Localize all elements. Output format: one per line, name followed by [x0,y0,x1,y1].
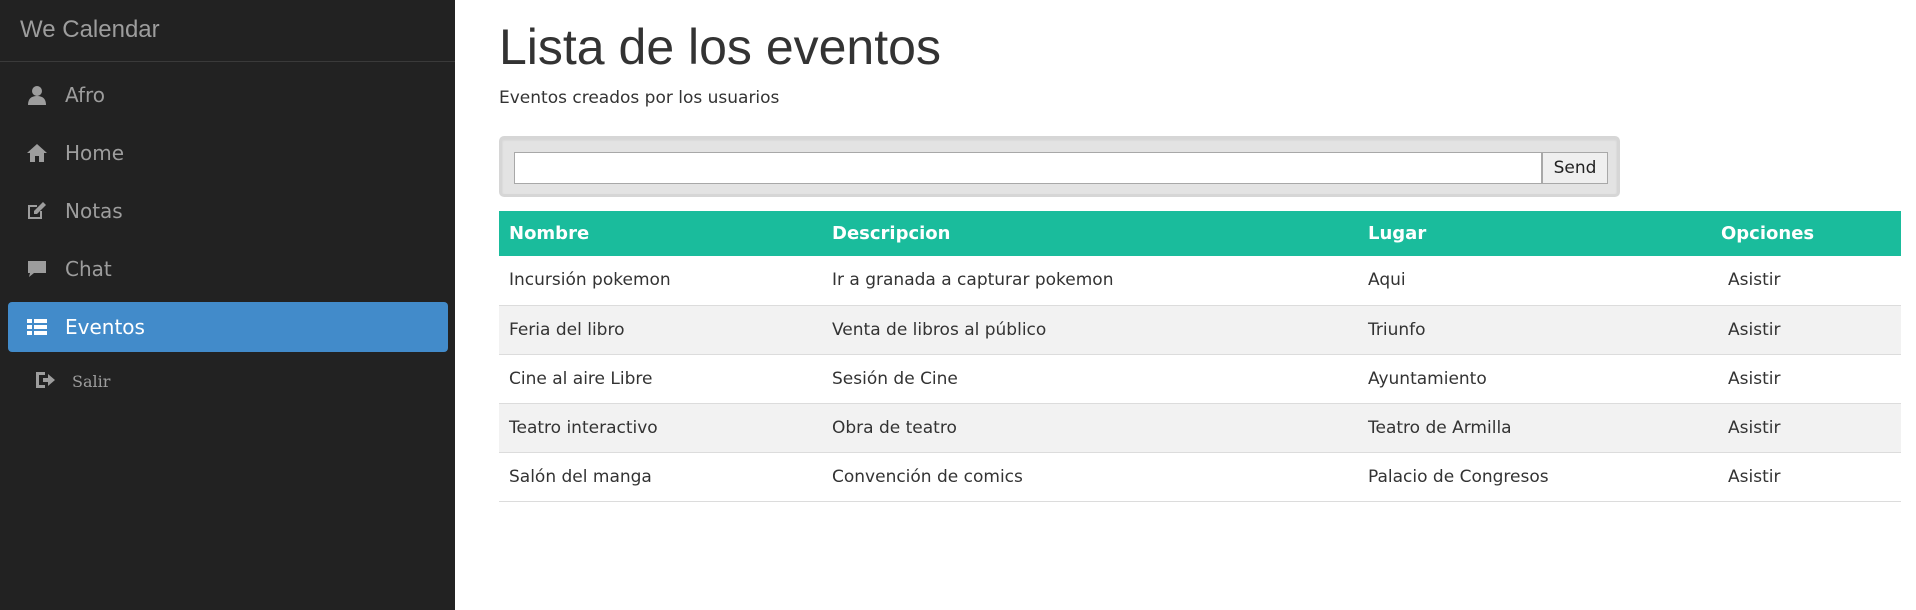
asistir-button[interactable]: Asistir [1728,467,1780,487]
table-header-row: Nombre Descripcion Lugar Opciones [499,211,1901,256]
cell-nombre: Cine al aire Libre [499,354,822,404]
events-table: Nombre Descripcion Lugar Opciones Incurs… [499,211,1901,502]
sidebar-item-label: Notas [65,199,123,223]
send-button[interactable]: Send [1542,152,1608,184]
asistir-button[interactable]: Asistir [1728,270,1780,290]
table-row: Cine al aire Libre Sesión de Cine Ayunta… [499,354,1901,404]
cell-opciones: Asistir [1711,452,1901,502]
cell-opciones: Asistir [1711,403,1901,453]
sidebar-item-label: Eventos [65,315,145,339]
asistir-button[interactable]: Asistir [1728,369,1780,389]
sidebar-item-chat[interactable]: Chat [8,244,448,294]
comment-icon [26,259,48,279]
sidebar-item-home[interactable]: Home [8,128,448,178]
cell-lugar: Ayuntamiento [1358,354,1711,404]
cell-descripcion: Venta de libros al público [822,305,1358,355]
cell-descripcion: Obra de teatro [822,403,1358,453]
cell-nombre: Feria del libro [499,305,822,355]
sidebar-item-afro[interactable]: Afro [8,70,448,120]
cell-opciones: Asistir [1711,256,1901,306]
cell-opciones: Asistir [1711,305,1901,355]
asistir-button[interactable]: Asistir [1728,418,1780,438]
cell-descripcion: Sesión de Cine [822,354,1358,404]
list-icon [26,317,48,337]
cell-lugar: Teatro de Armilla [1358,403,1711,453]
sidebar-item-eventos[interactable]: Eventos [8,302,448,352]
cell-nombre: Teatro interactivo [499,403,822,453]
page-subtitle: Eventos creados por los usuarios [499,88,780,108]
column-header-opciones: Opciones [1711,211,1901,256]
home-icon [26,143,48,163]
cell-descripcion: Ir a granada a capturar pokemon [822,256,1358,306]
sidebar-item-notas[interactable]: Notas [8,186,448,236]
sidebar-item-label: Chat [65,257,112,281]
table-row: Salón del manga Convención de comics Pal… [499,452,1901,502]
sidebar-item-label: Salir [72,372,111,391]
sidebar: We Calendar Afro Home Notas Chat Eventos… [0,0,455,610]
logout-icon [34,370,56,390]
sidebar-item-label: Afro [65,83,106,107]
cell-opciones: Asistir [1711,354,1901,404]
table-row: Feria del libro Venta de libros al públi… [499,305,1901,355]
page-title: Lista de los eventos [499,19,941,75]
sidebar-item-label: Home [65,141,125,165]
cell-descripcion: Convención de comics [822,452,1358,502]
cell-nombre: Incursión pokemon [499,256,822,306]
user-icon [26,85,48,105]
cell-nombre: Salón del manga [499,452,822,502]
column-header-lugar: Lugar [1358,211,1711,256]
sidebar-nav: Afro Home Notas Chat Eventos Salir [0,62,455,400]
cell-lugar: Triunfo [1358,305,1711,355]
edit-icon [26,201,48,221]
app-brand[interactable]: We Calendar [0,0,455,62]
search-input[interactable] [514,152,1542,184]
cell-lugar: Palacio de Congresos [1358,452,1711,502]
table-row: Incursión pokemon Ir a granada a captura… [499,256,1901,306]
asistir-button[interactable]: Asistir [1728,320,1780,340]
column-header-descripcion: Descripcion [822,211,1358,256]
cell-lugar: Aqui [1358,256,1711,306]
column-header-nombre: Nombre [499,211,822,256]
sidebar-item-salir[interactable]: Salir [8,360,448,400]
search-form: Send [499,136,1620,197]
table-row: Teatro interactivo Obra de teatro Teatro… [499,403,1901,453]
